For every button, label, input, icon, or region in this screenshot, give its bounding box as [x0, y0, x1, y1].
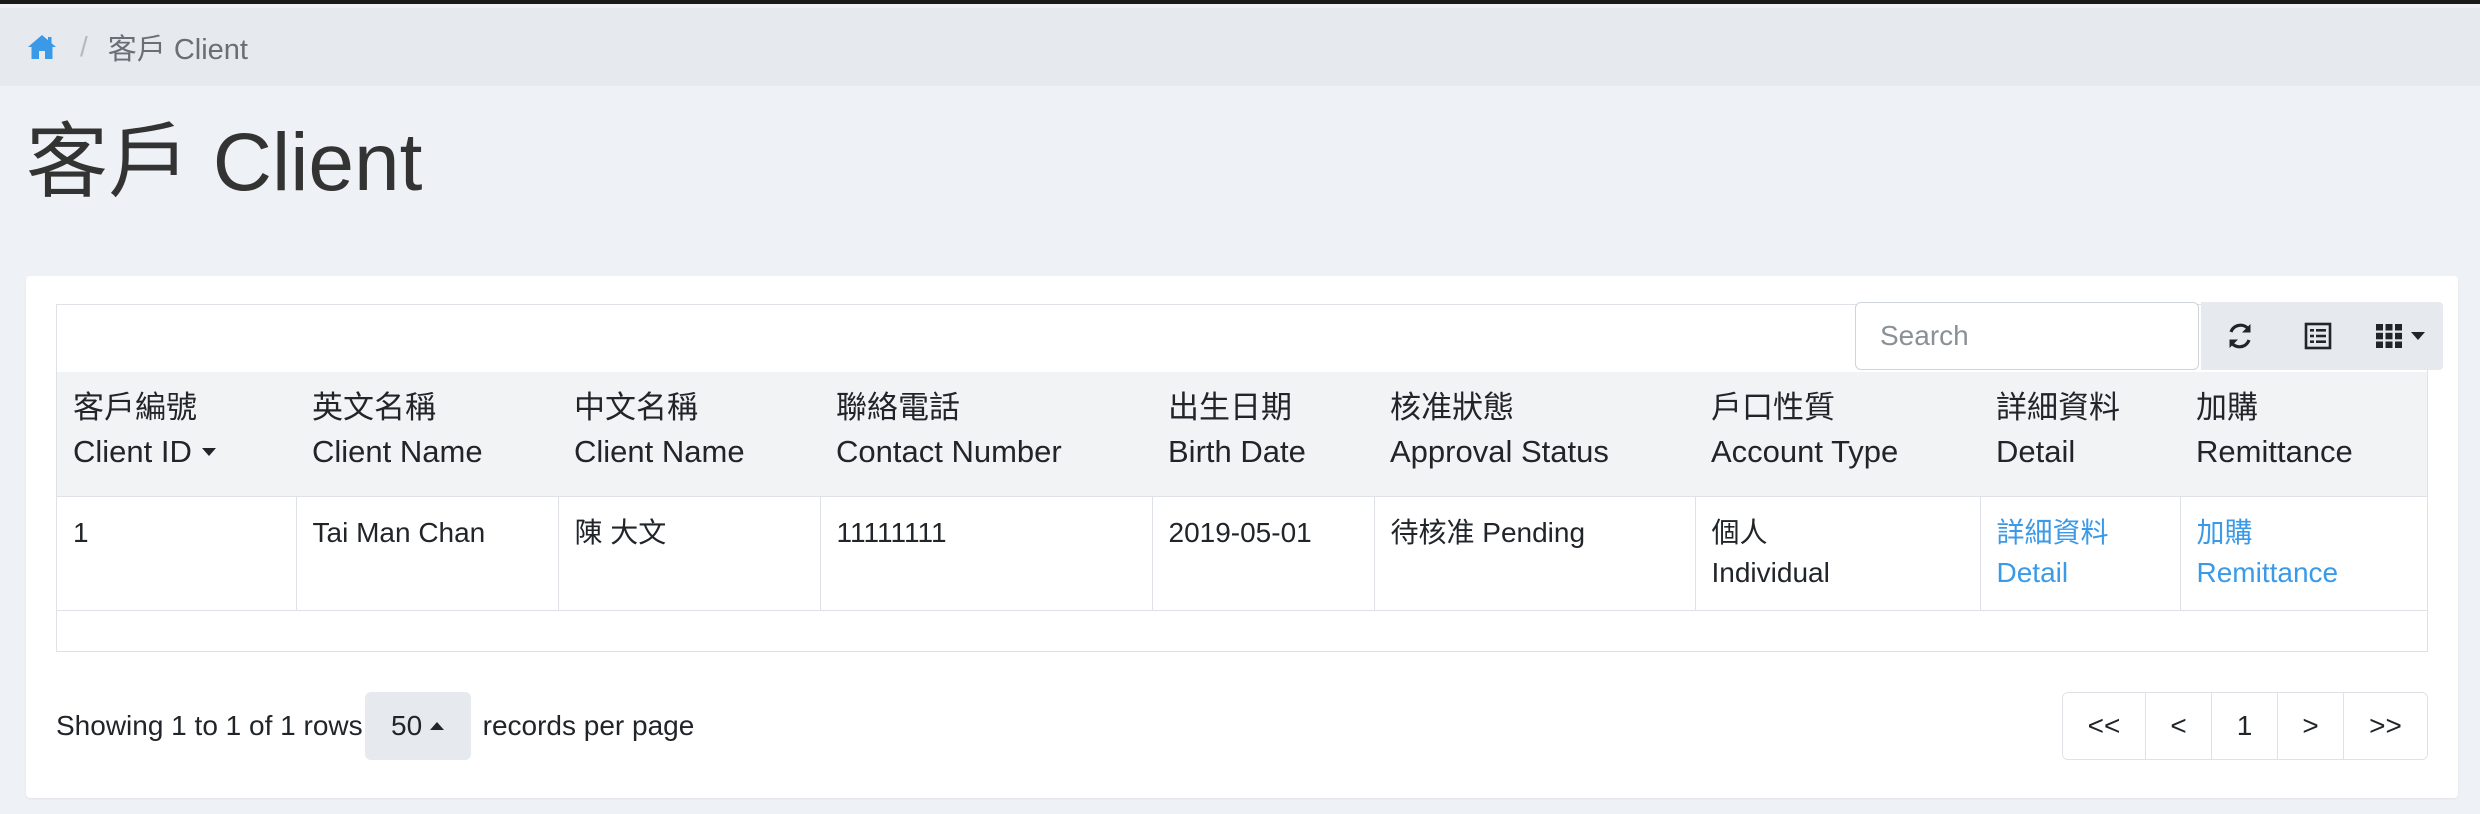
header-label-en: Remittance — [2196, 434, 2353, 469]
header-detail: 詳細資料 Detail — [1980, 372, 2180, 497]
toolbar-button-group — [2201, 302, 2443, 370]
cell-client-id: 1 — [57, 496, 296, 611]
cell-remittance: 加購 Remittance — [2179, 496, 2427, 611]
header-english-name[interactable]: 英文名稱 Client Name — [296, 372, 558, 497]
cell-account-type: 個人 Individual — [1694, 496, 1980, 611]
header-label-zh: 聯絡電話 — [836, 390, 960, 425]
detail-link-zh: 詳細資料 — [1996, 516, 2109, 548]
toggle-view-button[interactable] — [2279, 302, 2357, 370]
header-label-zh: 中文名稱 — [574, 390, 698, 425]
header-label-zh: 詳細資料 — [1996, 390, 2120, 425]
header-label-en: Detail — [1996, 434, 2076, 469]
cell-contact-number: 11111111 — [819, 496, 1152, 611]
account-type-zh: 個人 — [1711, 516, 1768, 548]
header-label-en: Birth Date — [1168, 434, 1306, 469]
breadcrumb-separator: / — [80, 31, 88, 62]
header-approval-status[interactable]: 核准狀態 Approval Status — [1374, 372, 1695, 497]
page-title: 客戶 Client — [26, 117, 423, 208]
client-table: 客戶編號 Client ID 英文名稱 Client Name 中文名稱 Cli… — [57, 372, 2427, 611]
detail-link[interactable]: 詳細資料 Detail — [1997, 513, 2164, 593]
page-last-button[interactable]: >> — [2343, 693, 2427, 759]
header-label-zh: 英文名稱 — [312, 390, 436, 425]
cell-chinese-name: 陳 大文 — [557, 496, 820, 611]
header-remittance: 加購 Remittance — [2180, 372, 2427, 497]
records-per-page-text: records per page — [482, 710, 695, 741]
breadcrumb-current: 客戶 Client — [107, 34, 248, 66]
showing-rows-text: Showing 1 to 1 of 1 rows — [56, 710, 363, 741]
cell-detail: 詳細資料 Detail — [1979, 496, 2180, 611]
remittance-link-zh: 加購 — [2196, 516, 2253, 548]
header-label-zh: 戶口性質 — [1711, 390, 1835, 425]
page-number-button[interactable]: 1 — [2211, 693, 2277, 759]
header-label-en: Client Name — [574, 434, 745, 469]
cell-approval-status: 待核准 Pending — [1373, 496, 1695, 611]
header-label-en: Contact Number — [836, 434, 1062, 469]
list-icon — [2304, 322, 2332, 350]
remittance-link[interactable]: 加購 Remittance — [2197, 513, 2412, 593]
pagination-info: Showing 1 to 1 of 1 rows 50 records per … — [56, 692, 694, 760]
home-icon[interactable] — [26, 32, 58, 62]
refresh-button[interactable] — [2201, 302, 2279, 370]
page-size-dropdown[interactable]: 50 — [364, 692, 471, 760]
account-type-en: Individual — [1711, 556, 1830, 588]
client-table-card: 客戶編號 Client ID 英文名稱 Client Name 中文名稱 Cli… — [26, 276, 2458, 798]
table-header-row: 客戶編號 Client ID 英文名稱 Client Name 中文名稱 Cli… — [57, 372, 2427, 497]
refresh-icon — [2229, 323, 2251, 349]
header-label-zh: 出生日期 — [1168, 390, 1292, 425]
header-label-en: Client Name — [312, 434, 483, 469]
cell-birth-date: 2019-05-01 — [1151, 496, 1374, 611]
cell-english-name: Tai Man Chan — [295, 496, 558, 611]
header-label-en: Account Type — [1711, 434, 1899, 469]
header-client-id[interactable]: 客戶編號 Client ID — [57, 372, 296, 497]
header-account-type[interactable]: 戶口性質 Account Type — [1695, 372, 1980, 497]
sort-desc-icon — [201, 448, 216, 457]
page-prev-button[interactable]: < — [2145, 693, 2211, 759]
columns-grid-icon — [2376, 324, 2402, 348]
page-next-button[interactable]: > — [2277, 693, 2343, 759]
search-input[interactable] — [1855, 302, 2199, 370]
table-container: 客戶編號 Client ID 英文名稱 Client Name 中文名稱 Cli… — [56, 302, 2443, 652]
header-label-en: Client ID — [73, 434, 192, 469]
remittance-link-en: Remittance — [2196, 556, 2339, 588]
page-size-value: 50 — [391, 710, 423, 741]
pagination: << < 1 > >> — [2062, 692, 2428, 760]
caret-up-icon — [430, 722, 445, 730]
table-row: 1 Tai Man Chan 陳 大文 11111111 2019-05-01 … — [57, 496, 2427, 611]
header-birth-date[interactable]: 出生日期 Birth Date — [1152, 372, 1374, 497]
page-first-button[interactable]: << — [2063, 693, 2145, 759]
breadcrumb: / 客戶 Client — [0, 8, 2480, 86]
chevron-down-icon — [2411, 332, 2425, 340]
header-label-zh: 客戶編號 — [73, 390, 197, 425]
header-label-en: Approval Status — [1390, 434, 1609, 469]
header-contact-number[interactable]: 聯絡電話 Contact Number — [820, 372, 1152, 497]
detail-link-en: Detail — [1996, 556, 2069, 588]
header-chinese-name[interactable]: 中文名稱 Client Name — [558, 372, 820, 497]
header-label-zh: 核准狀態 — [1390, 390, 1514, 425]
columns-dropdown-button[interactable] — [2357, 302, 2443, 370]
header-label-zh: 加購 — [2196, 390, 2258, 425]
